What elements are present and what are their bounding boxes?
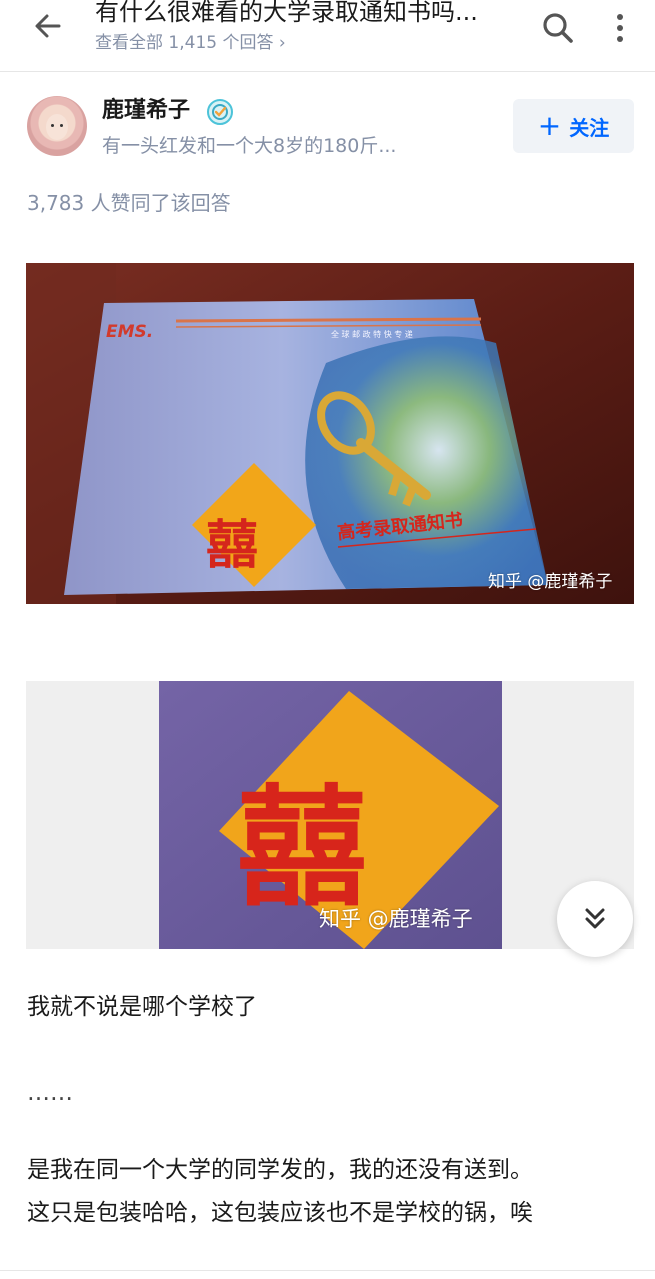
back-button[interactable] [28,8,68,44]
search-button[interactable] [538,8,578,48]
xi-character-large: 囍 [237,772,367,924]
view-all-answers-link[interactable]: 查看全部 1,415 个回答 › [95,30,286,56]
question-title[interactable]: 有什么很难看的大学录取通知书吗... [95,0,525,30]
verified-badge-icon [207,99,233,125]
answer-paragraph: 是我在同一个大学的同学发的，我的还没有送到。 [27,1157,533,1183]
answer-paragraph: 我就不说是哪个学校了 [27,994,257,1020]
image-watermark: 知乎 @鹿瑾希子 [488,572,613,592]
answer-paragraph: 这只是包装哈哈，这包装应该也不是学校的锅，唉 [27,1200,533,1226]
xi-character: 囍 [206,516,258,576]
answer-image-envelope[interactable]: EMS. 全 球 邮 政 特 快 专 递 囍 高考录取通知书 知乎 @鹿瑾希子 [26,263,634,604]
divider [0,1270,655,1271]
avatar-eye [60,124,63,127]
author-bio: 有一头红发和一个大8岁的180斤... [102,135,397,157]
search-icon [543,13,573,43]
follow-button[interactable]: + 关注 [513,99,634,153]
image-watermark: 知乎 @鹿瑾希子 [319,907,473,931]
follow-label: 关注 [569,115,610,140]
more-vertical-icon [617,14,623,42]
top-bar: 有什么很难看的大学录取通知书吗... 查看全部 1,415 个回答 › [0,0,655,72]
upvote-count: 3,783 人赞同了该回答 [27,191,231,215]
avatar[interactable] [27,96,87,156]
avatar-eye [51,124,54,127]
next-answer-button[interactable] [557,881,633,957]
answer-paragraph: …… [27,1080,73,1106]
author-name[interactable]: 鹿瑾希子 [102,96,190,126]
envelope-photo: EMS. 全 球 邮 政 特 快 专 递 囍 高考录取通知书 [26,263,634,604]
answer-image-closeup-frame: 囍 知乎 @鹿瑾希子 [26,681,634,949]
arrow-left-icon [35,14,61,38]
more-button[interactable] [604,8,636,48]
ems-slogan: 全 球 邮 政 特 快 专 递 [331,329,413,339]
plus-icon: + [537,109,562,142]
answer-image-closeup[interactable]: 囍 知乎 @鹿瑾希子 [159,681,502,949]
double-chevron-down-icon [585,908,605,929]
ems-logo: EMS. [106,322,153,342]
avatar-face [46,114,68,140]
